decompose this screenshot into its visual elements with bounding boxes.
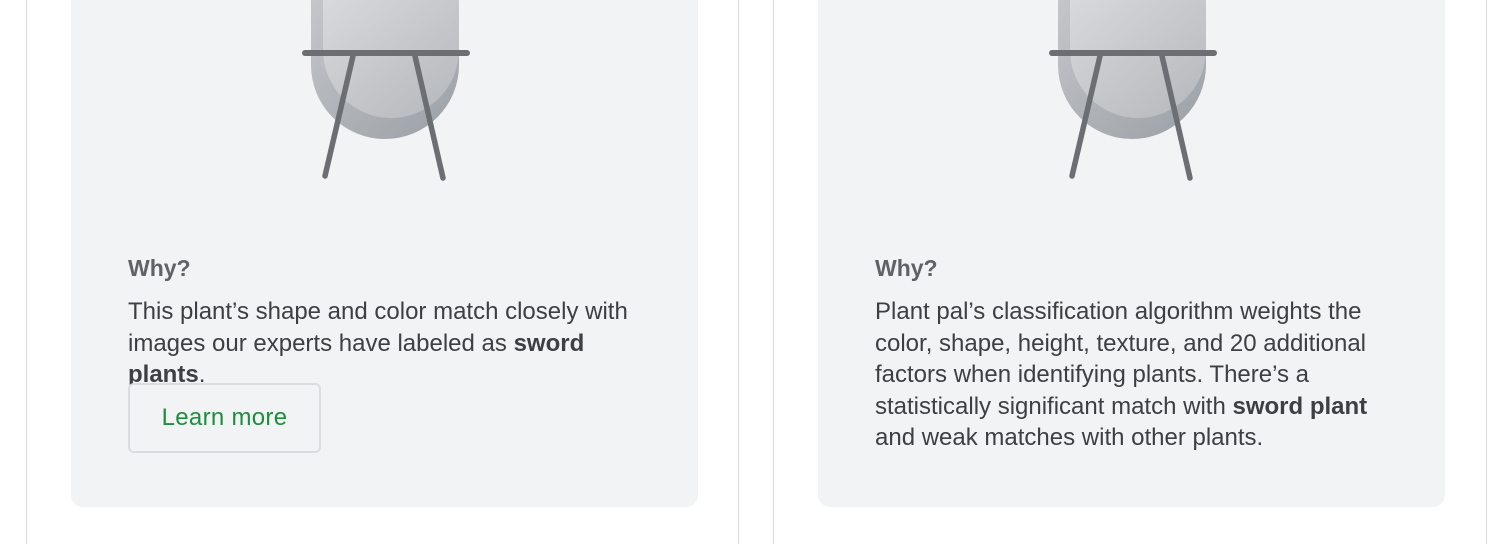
explanation-panel-left: Why? This plant’s shape and color match … bbox=[26, 0, 739, 544]
plant-easel-illustration-icon bbox=[1049, 0, 1217, 181]
explanation-card: Why? Plant pal’s classification algorith… bbox=[818, 0, 1445, 507]
explanation-text-end: and weak matches with other plants. bbox=[875, 424, 1264, 452]
plant-easel-illustration-icon bbox=[302, 0, 470, 181]
explanation-card: Why? This plant’s shape and color match … bbox=[71, 0, 698, 507]
explanation-text: This plant’s shape and color match close… bbox=[128, 296, 648, 391]
learn-more-button[interactable]: Learn more bbox=[128, 383, 321, 453]
explanation-text: Plant pal’s classification algorithm wei… bbox=[875, 296, 1395, 454]
plant-name-bold: sword plant bbox=[1232, 392, 1368, 420]
why-heading: Why? bbox=[128, 255, 191, 281]
why-heading: Why? bbox=[875, 255, 938, 281]
explanation-panel-right: Why? Plant pal’s classification algorith… bbox=[773, 0, 1487, 544]
